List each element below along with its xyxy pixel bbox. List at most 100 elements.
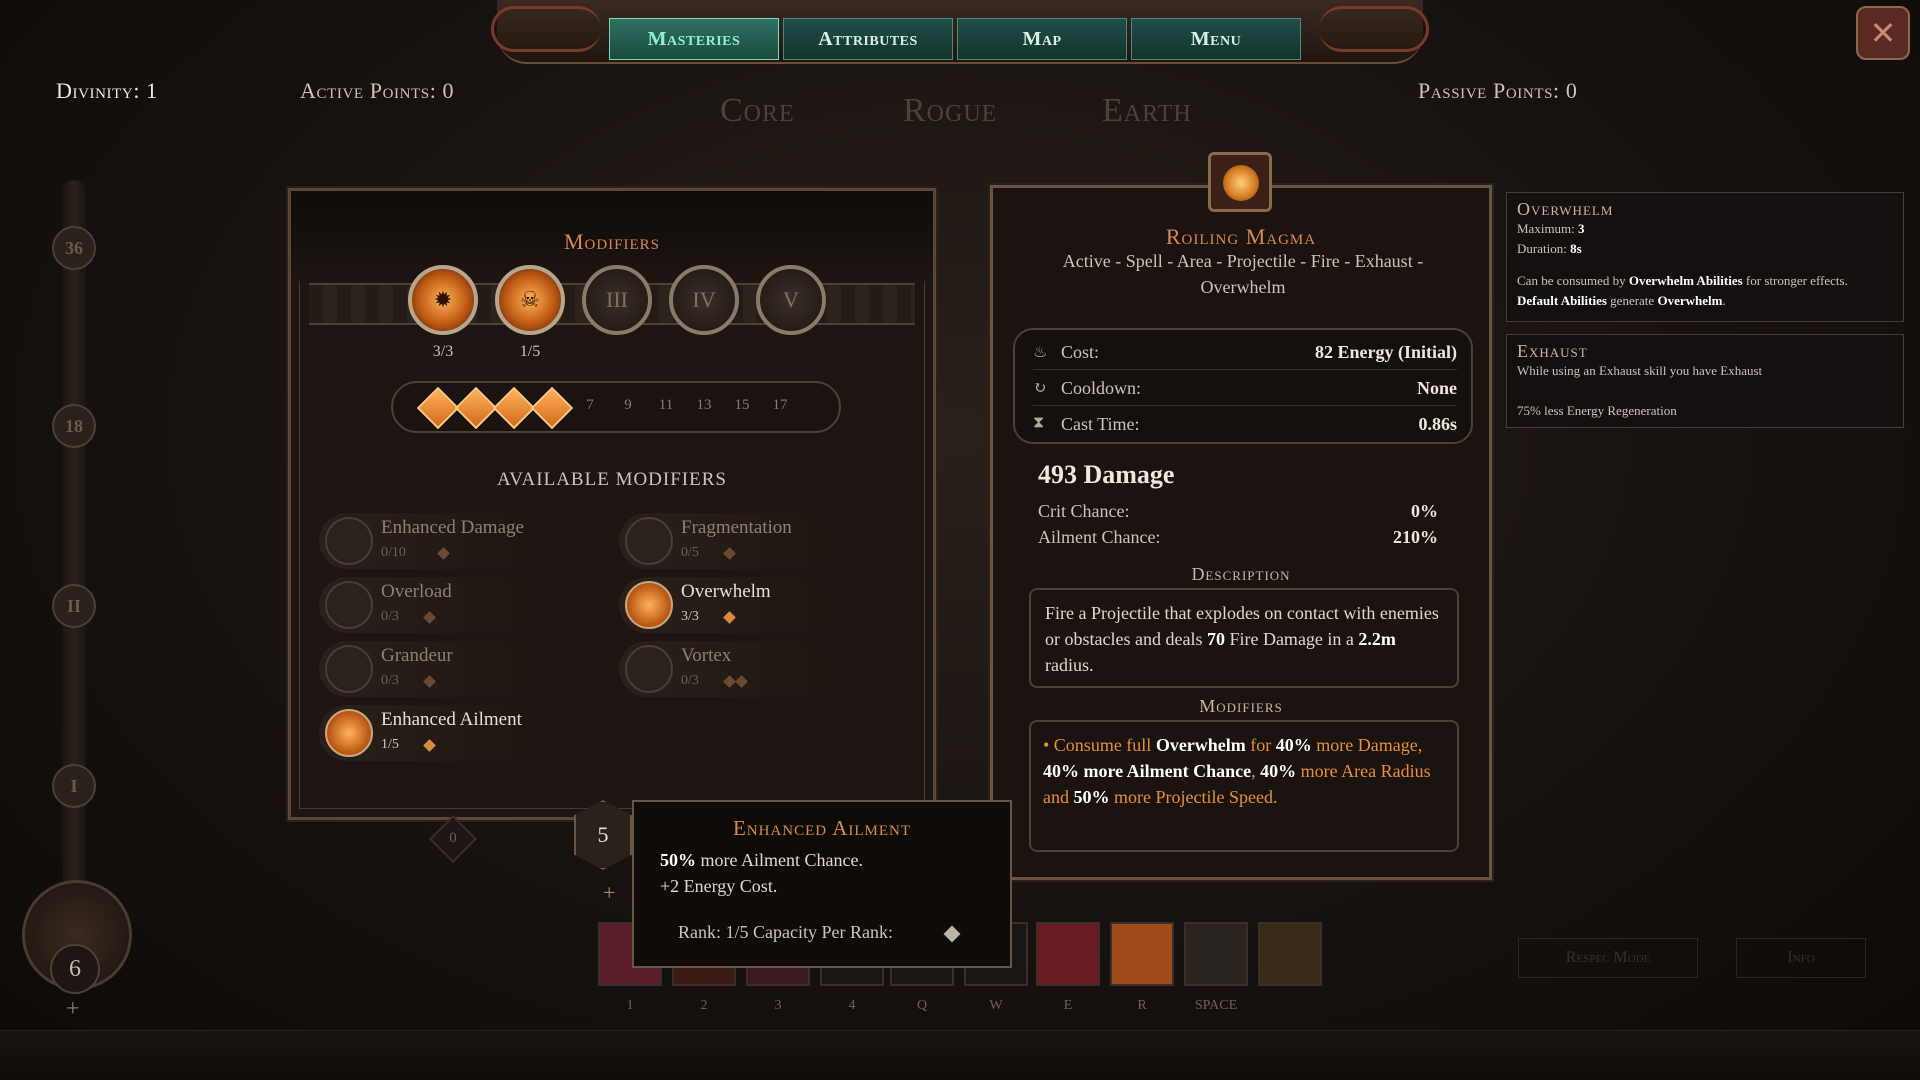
stat-row-cooldown: ↻ Cooldown: None xyxy=(1033,370,1457,406)
modifier-slot-3[interactable]: III xyxy=(582,265,652,335)
modifier-count: 0/5 xyxy=(681,545,699,560)
modifier-item-enhanced-damage[interactable]: Enhanced Damage 0/10 xyxy=(319,513,609,569)
cooldown-icon: ↻ xyxy=(1033,380,1047,397)
tab-masteries[interactable]: Masteries xyxy=(609,18,779,60)
tab-attributes[interactable]: Attributes xyxy=(783,18,953,60)
capacity-pip xyxy=(723,547,736,560)
capacity-pip xyxy=(437,547,450,560)
modifier-slot-5[interactable]: V xyxy=(756,265,826,335)
skill-damage: 493 Damage xyxy=(1038,460,1175,489)
description-box: Fire a Projectile that explodes on conta… xyxy=(1029,588,1459,688)
capacity-pip xyxy=(735,675,748,688)
hotbar-slot[interactable] xyxy=(1184,922,1248,986)
flame-icon xyxy=(325,645,373,693)
sun-icon: ✹ xyxy=(433,287,453,312)
skill-stats-box: ♨ Cost: 82 Energy (Initial) ↻ Cooldown: … xyxy=(1013,328,1473,444)
available-modifiers-title: AVAILABLE MODIFIERS xyxy=(497,469,727,490)
tree-tab-rogue[interactable]: Rogue xyxy=(903,92,997,130)
tooltip-line-1: 50% more Ailment Chance. xyxy=(660,850,863,870)
progression-track xyxy=(62,180,86,980)
ailment-chance-label: Ailment Chance: xyxy=(1038,527,1161,547)
overwhelm-maximum: Maximum: 3 xyxy=(1517,221,1585,236)
info-button[interactable]: Info xyxy=(1736,938,1866,978)
magma-orb-icon xyxy=(1223,165,1259,201)
modifier-count: 3/3 xyxy=(681,609,699,624)
tree-tab-core[interactable]: Core xyxy=(720,92,795,130)
exhaust-title: Exhaust xyxy=(1517,341,1588,361)
modifier-count: 1/5 xyxy=(381,737,399,752)
rank-diamond-filled xyxy=(530,386,574,430)
track-plus-icon[interactable]: + xyxy=(66,996,80,1023)
tooltip-line-2: +2 Energy Cost. xyxy=(660,876,778,896)
hotbar-slot[interactable] xyxy=(1258,922,1322,986)
modifiers-panel: Modifiers ✹ ☠ III IV V 3/3 1/5 7 9 11 13… xyxy=(286,186,938,822)
capacity-diamond-icon xyxy=(943,925,961,943)
claw-icon xyxy=(325,517,373,565)
top-nav: Masteries Attributes Map Menu xyxy=(491,0,1429,64)
modifiers-title: Modifiers xyxy=(563,229,661,254)
stat-label: Cooldown: xyxy=(1061,378,1142,398)
modifier-name: Vortex xyxy=(681,645,732,666)
crit-chance-value: 0% xyxy=(1411,501,1438,521)
respec-mode-button[interactable]: Respec Mode xyxy=(1518,938,1698,978)
tree-tab-earth[interactable]: Earth xyxy=(1102,92,1192,130)
description-text: Fire a Projectile that explodes on conta… xyxy=(1045,603,1439,675)
rank-diamond-filled xyxy=(492,386,536,430)
active-points-label: Active Points: 0 xyxy=(300,78,455,103)
tab-menu[interactable]: Menu xyxy=(1131,18,1301,60)
modifier-name: Enhanced Damage xyxy=(381,517,524,538)
rank-diamond-filled xyxy=(454,386,498,430)
track-node-ii: II xyxy=(52,584,96,628)
shatter-icon xyxy=(625,517,673,565)
track-node-i: I xyxy=(52,764,96,808)
hotbar-key-label: 3 xyxy=(774,998,782,1013)
sun-icon xyxy=(625,581,673,629)
points-diamond-label: 0 xyxy=(449,830,457,846)
stat-label: Cost: xyxy=(1061,342,1100,362)
hotbar-key-label: 1 xyxy=(626,998,634,1013)
modifier-slot-1[interactable]: ✹ xyxy=(408,265,478,335)
overwhelm-duration: Duration: 8s xyxy=(1517,241,1582,256)
crit-chance-row: Crit Chance: 0% xyxy=(1038,501,1438,522)
track-level: 6 xyxy=(50,944,100,994)
overwhelm-title: Overwhelm xyxy=(1517,199,1614,219)
skull-icon: ☠ xyxy=(520,287,540,312)
modifier-item-overwhelm[interactable]: Overwhelm 3/3 xyxy=(619,577,909,633)
modifier-count: 0/3 xyxy=(381,673,399,688)
energy-icon: ♨ xyxy=(1033,344,1048,361)
modifier-item-fragmentation[interactable]: Fragmentation 0/5 xyxy=(619,513,909,569)
overwhelm-line-a: Can be consumed by Overwhelm Abilities f… xyxy=(1517,273,1848,288)
hotbar-slot[interactable] xyxy=(1036,922,1100,986)
nav-ornament-left xyxy=(491,6,601,52)
rank-number: 7 xyxy=(586,397,594,413)
rank-bar: 7 9 11 13 15 17 xyxy=(391,381,841,433)
modifier-item-grandeur[interactable]: Grandeur 0/3 xyxy=(319,641,609,697)
modifier-name: Grandeur xyxy=(381,645,453,666)
rank-number: 9 xyxy=(624,397,632,413)
close-button[interactable]: ✕ xyxy=(1856,6,1910,60)
rank-number: 13 xyxy=(696,397,712,413)
stat-label: Cast Time: xyxy=(1061,414,1140,434)
passive-points-label: Passive Points: 0 xyxy=(1418,78,1578,103)
add-point-button[interactable]: + xyxy=(603,880,615,906)
tab-map[interactable]: Map xyxy=(957,18,1127,60)
modifier-name: Overload xyxy=(381,581,452,602)
slot-count-2: 1/5 xyxy=(519,343,541,360)
tooltip-title: Enhanced Ailment xyxy=(732,816,912,840)
hotbar-slot[interactable] xyxy=(1110,922,1174,986)
ailment-chance-value: 210% xyxy=(1393,527,1438,547)
modifier-slot-2[interactable]: ☠ xyxy=(495,265,565,335)
modifier-slot-4[interactable]: IV xyxy=(669,265,739,335)
stat-row-cast-time: ⧗ Cast Time: 0.86s xyxy=(1033,406,1457,442)
stat-value: None xyxy=(1417,378,1457,398)
hotbar-key-label: 4 xyxy=(848,998,856,1013)
modifier-item-vortex[interactable]: Vortex 0/3 xyxy=(619,641,909,697)
rank-number: 15 xyxy=(734,397,750,413)
modifier-name: Enhanced Ailment xyxy=(381,709,522,730)
nav-ornament-right xyxy=(1319,6,1429,52)
stat-value: 82 Energy (Initial) xyxy=(1315,342,1457,362)
modifier-name: Fragmentation xyxy=(681,517,792,538)
track-node-36: 36 xyxy=(52,226,96,270)
modifier-item-overload[interactable]: Overload 0/3 xyxy=(319,577,609,633)
modifier-item-enhanced-ailment[interactable]: Enhanced Ailment 1/5 xyxy=(319,705,609,761)
